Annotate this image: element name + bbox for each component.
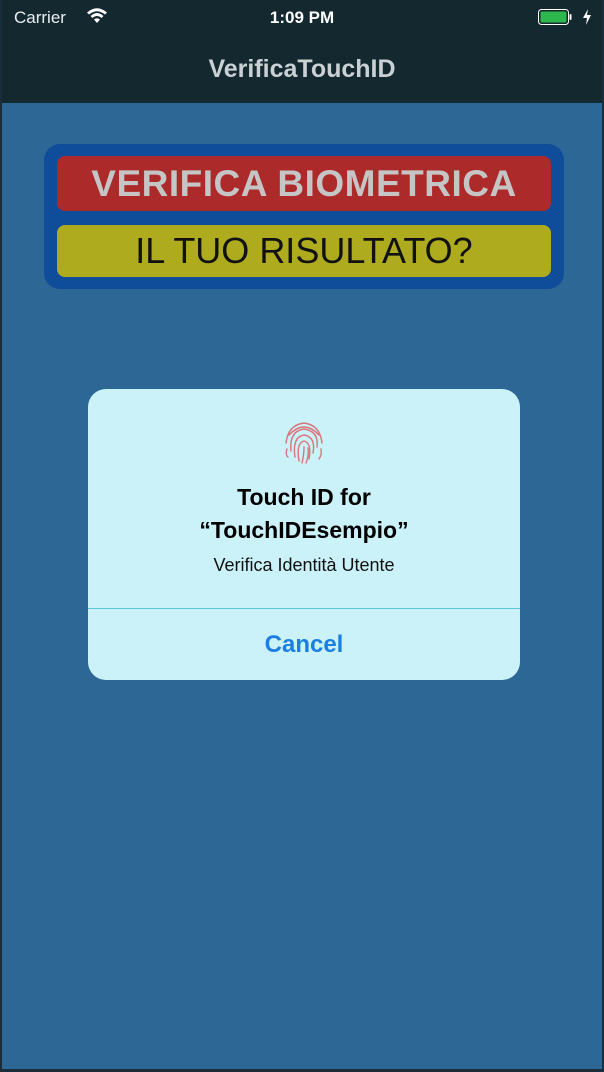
alert-title: Touch ID for “TouchIDEsempio” [88,481,520,547]
biometric-banner: VERIFICA BIOMETRICA IL TUO RISULTATO? [44,144,564,289]
alert-message: Verifica Identità Utente [213,555,395,575]
battery-icon [538,9,572,25]
banner-subtitle: IL TUO RISULTATO? [57,225,551,277]
status-bar: Carrier 1:09 PM [2,0,602,36]
navigation-bar: Carrier 1:09 PM VerificaTouchID [2,0,602,103]
alert-title-line2: “TouchIDEsempio” [199,517,409,543]
fingerprint-icon [285,422,323,464]
charging-bolt-icon [583,9,591,25]
app-screen: Carrier 1:09 PM VerificaTouchID VERIFICA… [0,0,604,1072]
status-time: 1:09 PM [269,8,335,27]
touch-id-alert: Touch ID for “TouchIDEsempio” Verifica I… [88,389,520,680]
cancel-button[interactable]: Cancel [88,609,520,680]
nav-title: VerificaTouchID [208,55,396,83]
banner-title: VERIFICA BIOMETRICA [57,156,551,211]
alert-title-line1: Touch ID for [237,484,371,510]
